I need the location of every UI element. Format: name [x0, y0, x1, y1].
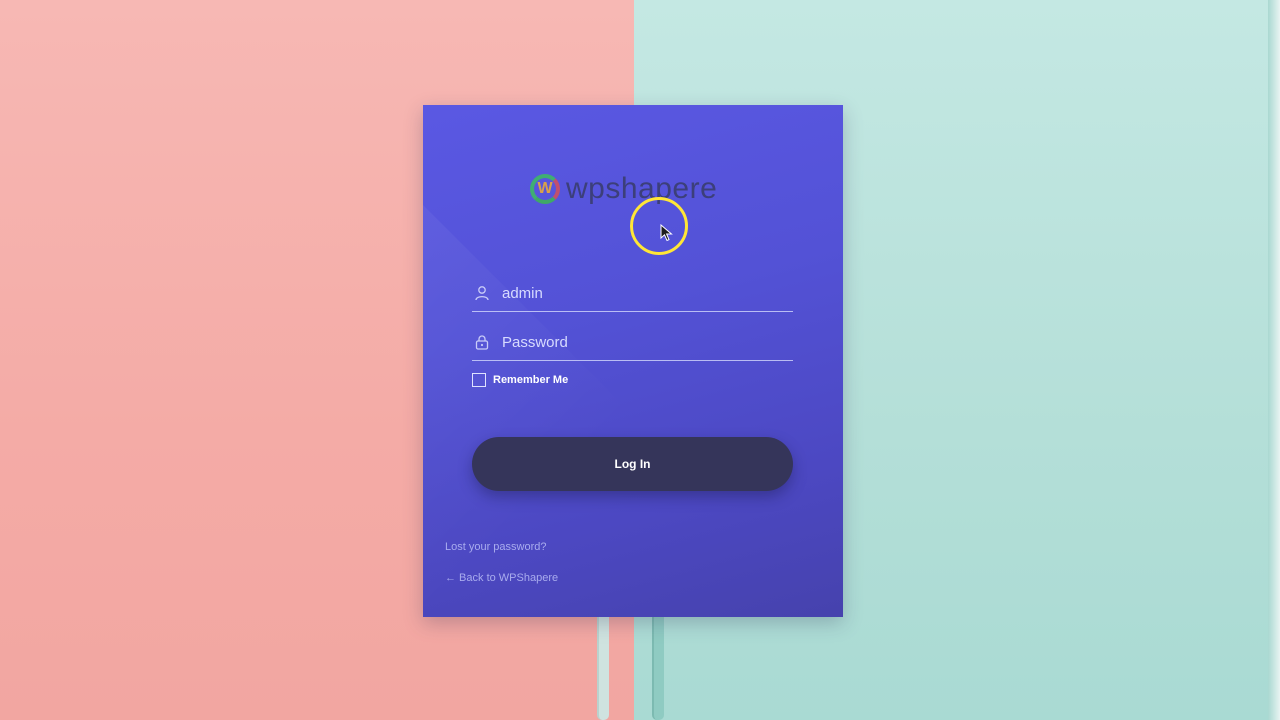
decorative-cable-left	[597, 612, 609, 720]
back-to-site-link[interactable]: ← Back to WPShapere	[445, 572, 558, 584]
login-card: W wpshapere Rem	[423, 105, 843, 617]
login-screen: W wpshapere Rem	[0, 0, 1280, 720]
remember-me-label[interactable]: Remember Me	[493, 374, 568, 386]
mouse-cursor-icon	[660, 224, 673, 242]
decorative-cable-right	[652, 612, 664, 720]
password-field	[472, 324, 793, 361]
remember-me-row[interactable]: Remember Me	[472, 373, 568, 387]
lost-password-link[interactable]: Lost your password?	[445, 541, 547, 553]
background-right-edge	[1268, 0, 1280, 720]
lock-icon	[474, 334, 490, 350]
logo-text: wpshapere	[566, 172, 718, 205]
username-field	[472, 275, 793, 312]
logo-mark-icon: W	[530, 174, 560, 204]
brand-logo[interactable]: W wpshapere	[530, 171, 717, 207]
log-in-button[interactable]: Log In	[472, 437, 793, 491]
user-icon	[474, 285, 490, 301]
remember-me-checkbox[interactable]	[472, 373, 486, 387]
username-input[interactable]	[502, 284, 793, 302]
password-input[interactable]	[502, 333, 793, 351]
card-light-facet	[423, 205, 843, 617]
